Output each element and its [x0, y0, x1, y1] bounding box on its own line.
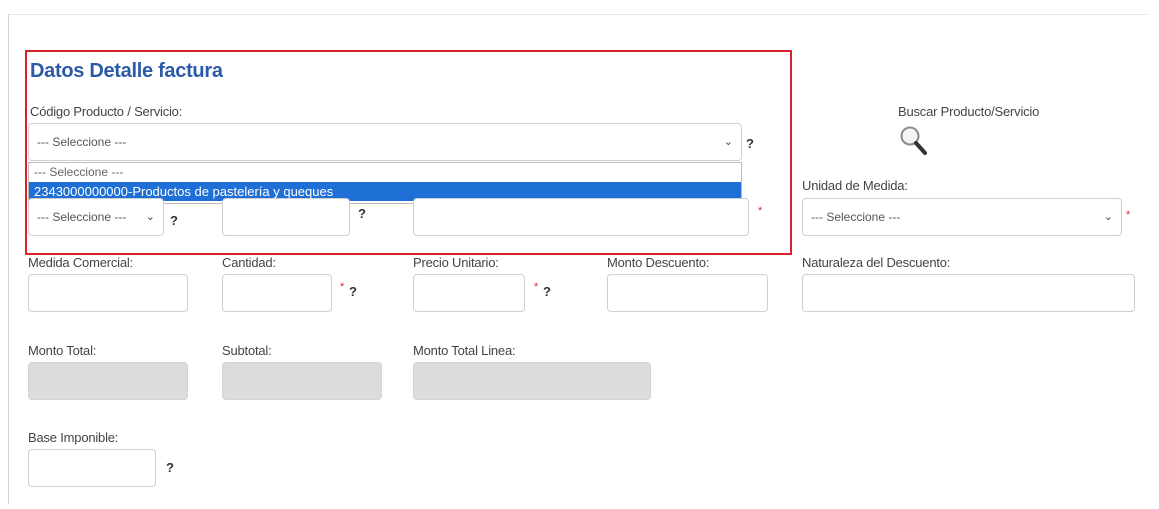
unidad-select[interactable]: --- Seleccione --- ⌄: [802, 198, 1122, 236]
chevron-down-icon: ⌄: [1103, 211, 1113, 223]
medida-comercial-label: Medida Comercial:: [28, 255, 133, 270]
precio-unitario-help-icon[interactable]: ?: [543, 284, 551, 299]
precio-unitario-label: Precio Unitario:: [413, 255, 499, 270]
base-imponible-label: Base Imponible:: [28, 430, 119, 445]
medida-comercial-input[interactable]: [28, 274, 188, 312]
codigo-select[interactable]: --- Seleccione --- ⌄: [28, 123, 742, 161]
cantidad-label: Cantidad:: [222, 255, 276, 270]
chevron-down-icon: ⌄: [145, 211, 155, 223]
base-imponible-help-icon[interactable]: ?: [166, 460, 174, 475]
cantidad-input[interactable]: [222, 274, 332, 312]
monto-descuento-label: Monto Descuento:: [607, 255, 710, 270]
precio-unitario-input[interactable]: [413, 274, 525, 312]
monto-descuento-input[interactable]: [607, 274, 768, 312]
base-imponible-input[interactable]: [28, 449, 156, 487]
monto-total-linea-label: Monto Total Linea:: [413, 343, 516, 358]
tipo-select[interactable]: --- Seleccione --- ⌄: [28, 198, 164, 236]
subtotal-input: [222, 362, 382, 400]
row2-field2-input[interactable]: [222, 198, 350, 236]
unidad-select-value: --- Seleccione ---: [811, 210, 901, 224]
top-divider: [8, 14, 1148, 15]
monto-total-label: Monto Total:: [28, 343, 97, 358]
dropdown-option[interactable]: --- Seleccione ---: [29, 163, 741, 182]
tipo-help-icon[interactable]: ?: [170, 213, 178, 228]
left-divider: [8, 14, 9, 504]
chevron-down-icon: ⌄: [723, 136, 733, 148]
codigo-help-icon[interactable]: ?: [746, 136, 754, 151]
required-marker: *: [1126, 209, 1131, 221]
cantidad-help-icon[interactable]: ?: [349, 284, 357, 299]
subtotal-label: Subtotal:: [222, 343, 272, 358]
required-marker: *: [340, 281, 345, 293]
codigo-label: Código Producto / Servicio:: [30, 104, 183, 119]
required-marker: *: [758, 205, 763, 217]
naturaleza-descuento-label: Naturaleza del Descuento:: [802, 255, 951, 270]
row2-field3-input[interactable]: [413, 198, 749, 236]
search-icon[interactable]: [898, 124, 930, 158]
buscar-label: Buscar Producto/Servicio: [898, 104, 1040, 119]
section-title: Datos Detalle factura: [30, 60, 223, 82]
codigo-select-value: --- Seleccione ---: [37, 135, 127, 149]
row2-field2-help-icon[interactable]: ?: [358, 206, 366, 221]
monto-total-input: [28, 362, 188, 400]
required-marker: *: [534, 281, 539, 293]
tipo-select-value: --- Seleccione ---: [37, 210, 127, 224]
monto-total-linea-input: [413, 362, 651, 400]
naturaleza-descuento-input[interactable]: [802, 274, 1135, 312]
unidad-label: Unidad de Medida:: [802, 178, 908, 193]
